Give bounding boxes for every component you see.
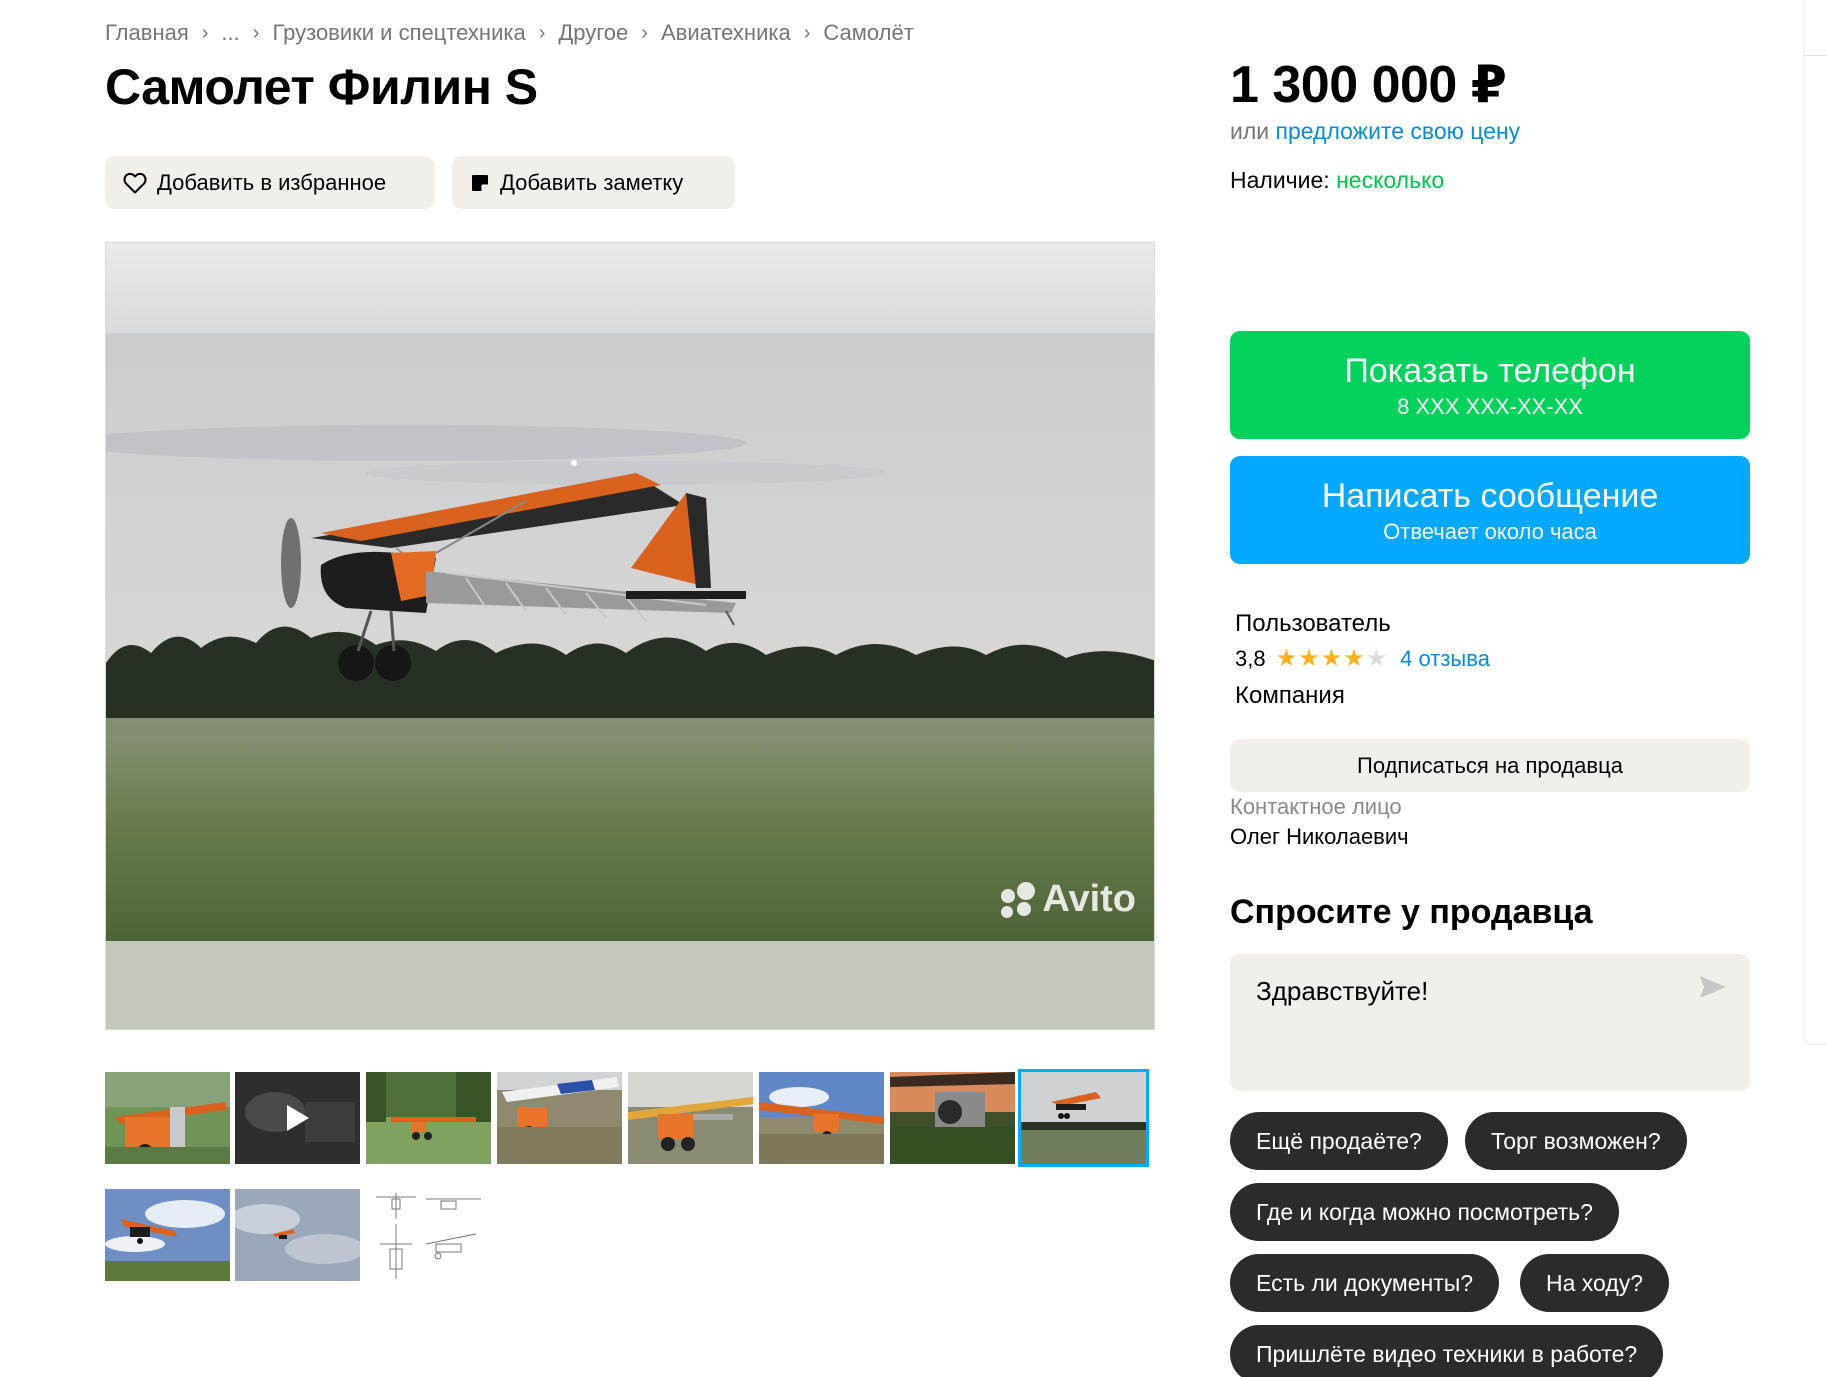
availability-label: Наличие:: [1230, 167, 1330, 193]
thumbnail-4[interactable]: [497, 1072, 622, 1164]
rating-value: 3,8: [1235, 646, 1266, 671]
availability-value: несколько: [1336, 167, 1445, 193]
offer-price-link[interactable]: предложите свою цену: [1276, 118, 1521, 144]
star-icon: ★: [1275, 645, 1298, 672]
quick-question-still-selling[interactable]: Ещё продаёте?: [1230, 1112, 1448, 1170]
thumbnail-8-active[interactable]: [1018, 1069, 1149, 1167]
breadcrumb-item-home[interactable]: Главная: [105, 20, 189, 46]
price: 1 300 000 ₽: [1230, 56, 1507, 114]
breadcrumb-item-ellipsis[interactable]: ...: [221, 20, 239, 46]
airplane-photo: Avito: [106, 333, 1154, 941]
thumbnail-3[interactable]: [366, 1072, 491, 1164]
star-icon: ★: [1343, 645, 1365, 672]
write-message-label: Написать сообщение: [1321, 477, 1659, 515]
chevron-right-icon: ›: [803, 21, 811, 44]
note-icon: [470, 173, 490, 193]
side-panel-divider: [1803, 0, 1827, 56]
chevron-right-icon: ›: [252, 21, 260, 44]
avito-logo-icon: [996, 881, 1038, 919]
quick-question-documents[interactable]: Есть ли документы?: [1230, 1254, 1500, 1312]
thumbnail-10[interactable]: [235, 1189, 360, 1281]
add-note-button[interactable]: Добавить заметку: [452, 156, 735, 209]
breadcrumb-item-trucks[interactable]: Грузовики и спецтехника: [272, 20, 525, 46]
availability: Наличие: несколько: [1230, 167, 1444, 194]
breadcrumb-item-aviation[interactable]: Авиатехника: [661, 20, 791, 46]
add-to-favorites-button[interactable]: Добавить в избранное: [105, 156, 435, 209]
ask-seller-box: Здравствуйте!: [1230, 954, 1750, 1091]
thumbnail-9[interactable]: [105, 1189, 230, 1281]
side-panel-edge: [1803, 0, 1827, 1045]
breadcrumb-item-other[interactable]: Другое: [558, 20, 628, 46]
star-icon: ★: [1320, 645, 1343, 672]
phone-masked: 8 XXX XXX-XX-XX: [1397, 394, 1583, 419]
thumbnail-1[interactable]: [105, 1072, 230, 1164]
quick-question-running[interactable]: На ходу?: [1520, 1254, 1670, 1312]
ask-seller-title: Спросите у продавца: [1230, 893, 1593, 931]
contact-person-name: Олег Николаевич: [1230, 824, 1409, 849]
quick-question-video[interactable]: Пришлёте видео техники в работе?: [1230, 1325, 1664, 1377]
response-time: Отвечает около часа: [1383, 519, 1597, 544]
offer-prefix: или: [1230, 118, 1270, 144]
quick-question-bargain[interactable]: Торг возможен?: [1465, 1112, 1687, 1170]
show-phone-button[interactable]: Показать телефон 8 XXX XXX-XX-XX: [1230, 331, 1750, 439]
thumbnail-2-video[interactable]: [235, 1072, 360, 1164]
avito-watermark-text: Avito: [1042, 878, 1136, 920]
main-photo[interactable]: Avito: [105, 242, 1155, 1030]
quick-question-where-when[interactable]: Где и когда можно посмотреть?: [1230, 1183, 1619, 1241]
heart-icon: [123, 172, 147, 194]
write-message-button[interactable]: Написать сообщение Отвечает около часа: [1230, 456, 1750, 564]
add-to-favorites-label: Добавить в избранное: [157, 169, 387, 195]
price-offer: или предложите свою цену: [1230, 118, 1520, 145]
reviews-link[interactable]: 4 отзыва: [1400, 646, 1490, 672]
breadcrumb-item-airplane[interactable]: Самолёт: [823, 20, 913, 46]
seller-name[interactable]: Пользователь: [1235, 610, 1391, 638]
photo-letterbox-top: [106, 243, 1154, 333]
chevron-right-icon: ›: [201, 21, 209, 44]
avito-watermark: Avito: [996, 878, 1136, 921]
add-note-label: Добавить заметку: [500, 169, 684, 195]
chevron-right-icon: ›: [538, 21, 546, 44]
subscribe-seller-button[interactable]: Подписаться на продавца: [1230, 739, 1750, 792]
page-title: Самолет Филин S: [105, 59, 538, 115]
star-empty-icon: ★: [1365, 645, 1388, 672]
send-icon[interactable]: [1698, 974, 1728, 1005]
rating-stars: ★ ★ ★ ★ ★: [1276, 647, 1389, 671]
thumbnail-6[interactable]: [759, 1072, 884, 1164]
thumbnail-11-drawing[interactable]: [366, 1189, 491, 1281]
thumbnail-5[interactable]: [628, 1072, 753, 1164]
seller-type: Компания: [1235, 682, 1345, 709]
ask-seller-input[interactable]: Здравствуйте!: [1256, 976, 1676, 1066]
thumbnail-7[interactable]: [890, 1072, 1015, 1164]
show-phone-label: Показать телефон: [1344, 352, 1636, 390]
chevron-right-icon: ›: [641, 21, 648, 44]
star-icon: ★: [1298, 645, 1320, 672]
contact-person-label: Контактное лицо: [1230, 794, 1402, 819]
photo-letterbox-bottom: [106, 941, 1154, 1029]
seller-rating: 3,8 ★ ★ ★ ★ ★ 4 отзыва: [1235, 646, 1490, 672]
breadcrumb: Главная › ... › Грузовики и спецтехника …: [105, 20, 914, 46]
